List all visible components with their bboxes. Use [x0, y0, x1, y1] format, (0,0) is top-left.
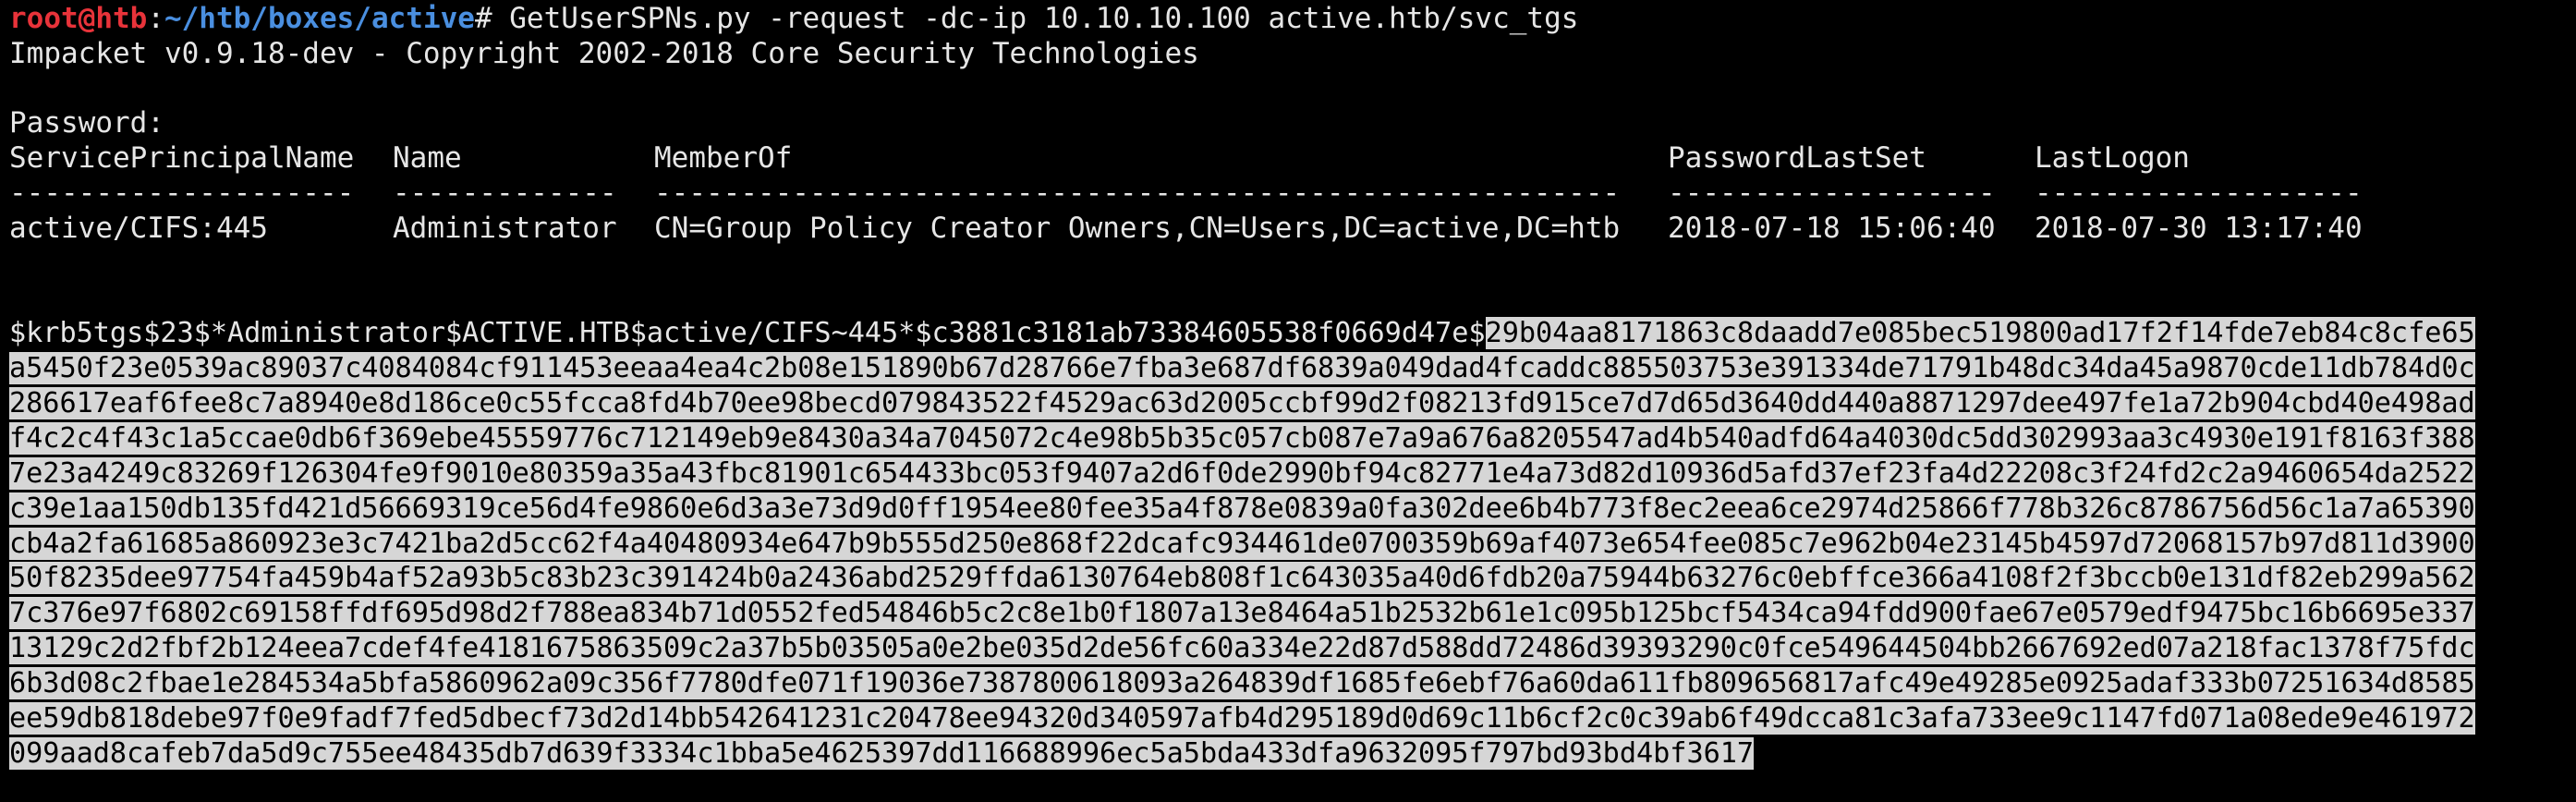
hash-line-selected[interactable]: 7e23a4249c83269f126304fe9f9010e80359a35a… [9, 456, 2475, 490]
hash-prefix: $krb5tgs$23$*Administrator$ACTIVE.HTB$ac… [9, 317, 1486, 350]
hash-line-selected[interactable]: a5450f23e0539ac89037c4084084cf911453eeaa… [9, 352, 2475, 385]
separator-memberof: ----------------------------------------… [654, 176, 1621, 210]
hash-line-selected[interactable]: 13129c2d2fbf2b124eea7cdef4fe418167586350… [9, 632, 2475, 665]
password-prompt: Password: [9, 106, 164, 140]
hash-line-selected[interactable]: c39e1aa150db135fd421d56669319ce56d4fe986… [9, 492, 2475, 525]
separator-passwordlastset: ------------------- [1668, 176, 1996, 210]
header-lastlogon: LastLogon [2035, 141, 2190, 176]
cell-spn: active/CIFS:445 [9, 211, 268, 245]
separator-lastlogon: ------------------- [2035, 176, 2363, 210]
hash-line-selected-last[interactable]: 099aad8cafeb7da5d9c755ee48435db7d639f333… [9, 736, 1754, 770]
cell-name: Administrator [393, 211, 617, 245]
hash-line-selected[interactable]: 286617eaf6fee8c7a8940e8d186ce0c55fcca8fd… [9, 386, 2475, 419]
separator-name: ------------- [393, 176, 617, 210]
cell-lastlogon: 2018-07-30 13:17:40 [2035, 211, 2363, 245]
header-memberof: MemberOf [654, 141, 793, 176]
hash-line-selected[interactable]: f4c2c4f43c1a5ccae0db6f369ebe45559776c712… [9, 421, 2475, 455]
hash-line-selected[interactable]: cb4a2fa61685a860923e3c7421ba2d5cc62f4a40… [9, 527, 2475, 560]
tgs-hash-output[interactable]: $krb5tgs$23$*Administrator$ACTIVE.HTB$ac… [9, 316, 2570, 772]
hash-line-selected[interactable]: 7c376e97f6802c69158ffdf695d98d2f788ea834… [9, 597, 2475, 630]
hash-line-selected[interactable]: 50f8235dee97754fa459b4af52a93b5c83b23c39… [9, 562, 2475, 595]
command-line: root@htb:~/htb/boxes/active# GetUserSPNs… [9, 2, 2576, 37]
terminal-window[interactable]: root@htb:~/htb/boxes/active# GetUserSPNs… [0, 0, 2576, 802]
header-passwordlastset: PasswordLastSet [1668, 141, 1926, 176]
cell-passwordlastset: 2018-07-18 15:06:40 [1668, 211, 1996, 245]
hash-line-selected[interactable]: 6b3d08c2fbae1e284534a5bfa5860962a09c356f… [9, 667, 2475, 700]
prompt-separator: : [147, 2, 164, 35]
hash-line-first: $krb5tgs$23$*Administrator$ACTIVE.HTB$ac… [9, 316, 2570, 351]
header-spn: ServicePrincipalName [9, 141, 355, 176]
prompt-symbol: # [474, 2, 510, 35]
command-text: GetUserSPNs.py -request -dc-ip 10.10.10.… [509, 2, 1579, 35]
prompt-user: root@htb [9, 2, 148, 35]
hash-line-selected[interactable]: ee59db818debe97f0e9fadf7fed5dbecf73d2d14… [9, 701, 2475, 735]
banner-line: Impacket v0.9.18-dev - Copyright 2002-20… [9, 36, 1199, 70]
selected-text[interactable]: 29b04aa8171863c8daadd7e085bec519800ad17f… [1485, 317, 2475, 350]
header-name: Name [393, 141, 462, 176]
table-row: active/CIFS:445 Administrator CN=Group P… [9, 212, 2576, 247]
separator-spn: -------------------- [9, 176, 355, 210]
table-separator: -------------------- ------------- -----… [9, 176, 2576, 212]
table-header: ServicePrincipalName Name MemberOf Passw… [9, 141, 2576, 176]
cell-memberof: CN=Group Policy Creator Owners,CN=Users,… [654, 211, 1621, 245]
prompt-path: ~/htb/boxes/active [164, 2, 475, 35]
